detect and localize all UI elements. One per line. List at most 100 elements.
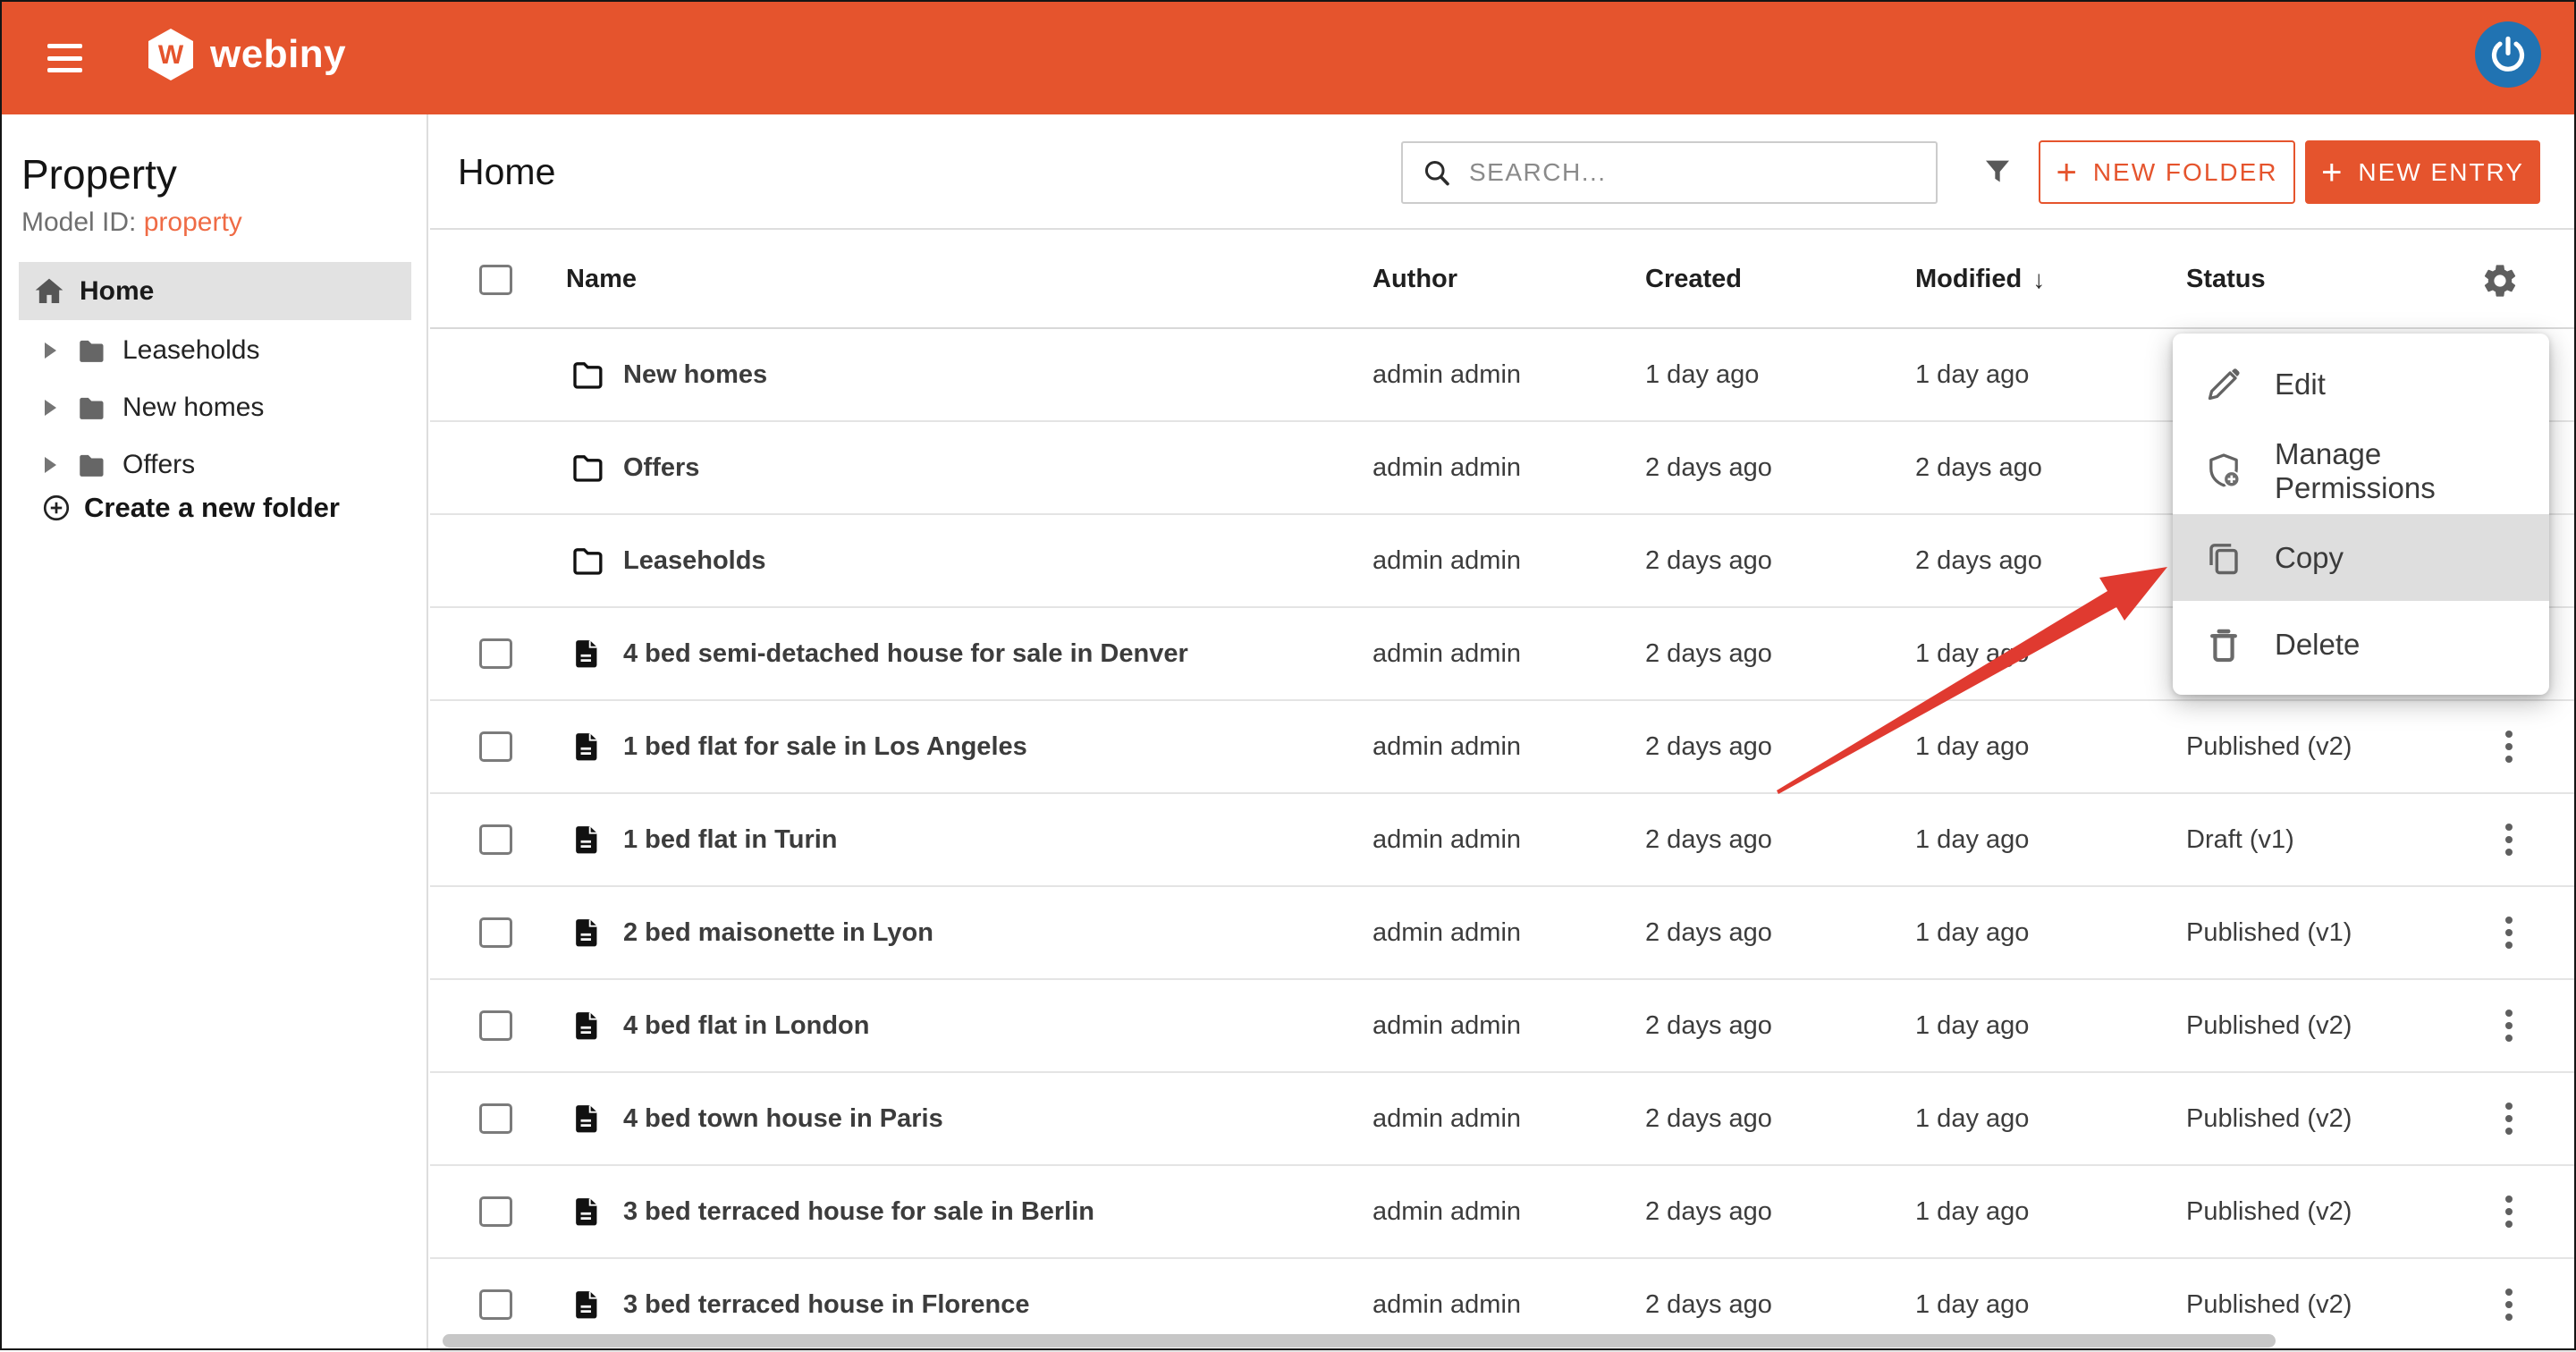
new-folder-button[interactable]: + NEW FOLDER: [2039, 140, 2295, 204]
row-created: 2 days ago: [1645, 422, 1772, 513]
row-name[interactable]: New homes: [623, 329, 767, 420]
folder-icon: [72, 449, 110, 481]
expand-caret-icon[interactable]: [45, 400, 56, 416]
column-header-name[interactable]: Name: [566, 232, 637, 327]
row-context-menu: Edit Manage Permissions Copy: [2173, 334, 2549, 695]
search-icon: [1421, 156, 1453, 189]
column-header-created[interactable]: Created: [1645, 232, 1742, 327]
row-options-kebab-icon[interactable]: [2491, 701, 2527, 792]
power-icon: [2487, 34, 2529, 75]
row-modified: 1 day ago: [1915, 608, 2029, 699]
row-checkbox[interactable]: [479, 1103, 512, 1134]
create-folder-button[interactable]: Create a new folder: [41, 492, 340, 524]
horizontal-scrollbar[interactable]: [443, 1334, 2276, 1348]
row-options-kebab-icon[interactable]: [2491, 980, 2527, 1071]
table-row[interactable]: 4 bed town house in Paris admin admin 2 …: [430, 1073, 2576, 1166]
row-options-kebab-icon[interactable]: [2491, 1166, 2527, 1257]
row-checkbox[interactable]: [479, 1010, 512, 1041]
row-name[interactable]: Offers: [623, 422, 699, 513]
funnel-icon: [1980, 152, 2015, 193]
table-row[interactable]: 4 bed flat in London admin admin 2 days …: [430, 980, 2576, 1073]
table-row[interactable]: 2 bed maisonette in Lyon admin admin 2 d…: [430, 887, 2576, 980]
table-row[interactable]: 1 bed flat for sale in Los Angeles admin…: [430, 701, 2576, 794]
model-id: Model ID: property: [21, 207, 242, 238]
column-header-status[interactable]: Status: [2186, 232, 2266, 327]
row-status: Draft (v1): [2186, 794, 2294, 885]
table-settings-gear-icon[interactable]: [2480, 261, 2520, 300]
row-checkbox[interactable]: [479, 917, 512, 948]
row-author: admin admin: [1372, 701, 1521, 792]
row-status: Published (v1): [2186, 887, 2352, 978]
row-status: Published (v2): [2186, 1166, 2352, 1257]
new-entry-button[interactable]: + NEW ENTRY: [2305, 140, 2540, 204]
sidebar-folder-label: Leaseholds: [122, 335, 259, 366]
row-checkbox[interactable]: [479, 824, 512, 855]
row-checkbox[interactable]: [479, 1289, 512, 1320]
context-menu-item-delete[interactable]: Delete: [2173, 601, 2549, 688]
model-id-label: Model ID:: [21, 207, 136, 237]
row-options-kebab-icon[interactable]: [2491, 1259, 2527, 1350]
row-name[interactable]: 4 bed town house in Paris: [623, 1073, 943, 1164]
row-options-kebab-icon[interactable]: [2491, 794, 2527, 885]
expand-caret-icon[interactable]: [45, 342, 56, 359]
sidebar: Property Model ID: property Home Leaseho…: [0, 114, 428, 1350]
folder-icon: [72, 334, 110, 367]
column-header-author[interactable]: Author: [1372, 232, 1457, 327]
sidebar-item-offers[interactable]: Offers: [0, 436, 428, 494]
folder-tree: Leaseholds New homes Offers: [0, 322, 428, 494]
row-checkbox[interactable]: [479, 731, 512, 762]
row-created: 2 days ago: [1645, 1073, 1772, 1164]
sidebar-item-home[interactable]: Home: [19, 262, 411, 320]
column-header-modified[interactable]: Modified ↓: [1915, 232, 2045, 327]
context-menu-item-edit[interactable]: Edit: [2173, 341, 2549, 427]
row-name[interactable]: 1 bed flat in Turin: [623, 794, 838, 885]
context-menu-item-label: Copy: [2275, 541, 2344, 575]
row-modified: 1 day ago: [1915, 329, 2029, 420]
row-name[interactable]: 1 bed flat for sale in Los Angeles: [623, 701, 1027, 792]
folder-icon: [72, 392, 110, 424]
user-avatar[interactable]: [2475, 21, 2541, 88]
row-created: 2 days ago: [1645, 1166, 1772, 1257]
row-status: Published (v2): [2186, 980, 2352, 1071]
edit-pencil-icon: [2203, 364, 2244, 405]
row-name[interactable]: 4 bed semi-detached house for sale in De…: [623, 608, 1188, 699]
context-menu-item-copy[interactable]: Copy: [2173, 514, 2549, 601]
row-checkbox[interactable]: [479, 1196, 512, 1227]
row-modified: 1 day ago: [1915, 1166, 2029, 1257]
row-created: 2 days ago: [1645, 515, 1772, 606]
search-input[interactable]: [1469, 158, 1927, 187]
copy-icon: [2203, 537, 2244, 579]
row-options-kebab-icon[interactable]: [2491, 887, 2527, 978]
menu-hamburger-icon[interactable]: [47, 44, 82, 72]
row-created: 2 days ago: [1645, 608, 1772, 699]
row-name[interactable]: 4 bed flat in London: [623, 980, 869, 1071]
row-author: admin admin: [1372, 1073, 1521, 1164]
model-title: Property: [21, 150, 177, 199]
row-modified: 1 day ago: [1915, 701, 2029, 792]
filter-button[interactable]: [1975, 147, 2020, 199]
select-all-checkbox[interactable]: [479, 265, 512, 295]
sidebar-folder-label: New homes: [122, 393, 264, 423]
row-name[interactable]: 3 bed terraced house for sale in Berlin: [623, 1166, 1094, 1257]
context-menu-item-label: Delete: [2275, 628, 2360, 662]
sidebar-item-new-homes[interactable]: New homes: [0, 379, 428, 436]
row-author: admin admin: [1372, 887, 1521, 978]
new-folder-label: NEW FOLDER: [2093, 158, 2278, 187]
sidebar-item-leaseholds[interactable]: Leaseholds: [0, 322, 428, 379]
top-app-bar: W webiny: [0, 0, 2576, 114]
row-created: 2 days ago: [1645, 794, 1772, 885]
row-author: admin admin: [1372, 515, 1521, 606]
expand-caret-icon[interactable]: [45, 457, 56, 473]
row-checkbox[interactable]: [479, 638, 512, 669]
folder-icon: [568, 357, 607, 393]
row-name[interactable]: 2 bed maisonette in Lyon: [623, 887, 933, 978]
row-modified: 1 day ago: [1915, 980, 2029, 1071]
row-options-kebab-icon[interactable]: [2491, 1073, 2527, 1164]
row-modified: 1 day ago: [1915, 1073, 2029, 1164]
context-menu-item-manage-permissions[interactable]: Manage Permissions: [2173, 427, 2549, 514]
row-name[interactable]: Leaseholds: [623, 515, 766, 606]
row-modified: 1 day ago: [1915, 794, 2029, 885]
brand-name: webiny: [210, 32, 346, 77]
table-row[interactable]: 3 bed terraced house for sale in Berlin …: [430, 1166, 2576, 1259]
table-row[interactable]: 1 bed flat in Turin admin admin 2 days a…: [430, 794, 2576, 887]
